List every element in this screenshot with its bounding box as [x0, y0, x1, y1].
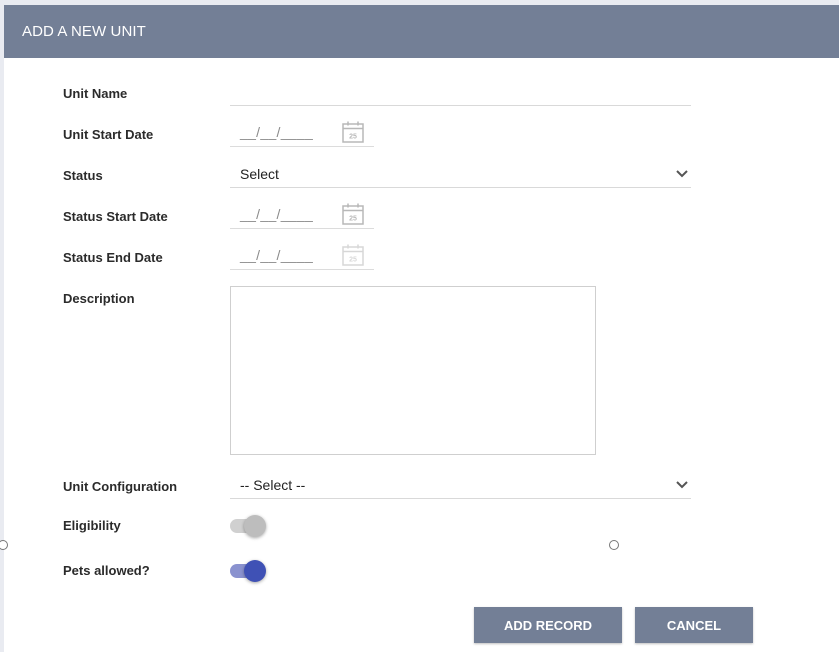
- cancel-button[interactable]: CANCEL: [635, 607, 753, 643]
- status-end-date-field[interactable]: __/__/____ 25: [230, 242, 374, 270]
- calendar-icon[interactable]: 25: [341, 120, 365, 144]
- pets-allowed-toggle[interactable]: [230, 559, 266, 583]
- unit-configuration-select[interactable]: -- Select --: [230, 474, 691, 499]
- unit-start-date-label: Unit Start Date: [63, 127, 154, 142]
- pets-allowed-label: Pets allowed?: [63, 563, 150, 578]
- chevron-down-icon[interactable]: [675, 480, 689, 490]
- calendar-icon[interactable]: 25: [341, 243, 365, 267]
- svg-text:25: 25: [349, 216, 357, 223]
- dialog-header: ADD A NEW UNIT: [4, 5, 839, 58]
- status-select-value: Select: [240, 166, 279, 182]
- status-end-date-mask: __/__/____: [240, 247, 314, 263]
- description-label: Description: [63, 291, 135, 306]
- unit-configuration-label: Unit Configuration: [63, 479, 178, 494]
- status-start-date-label: Status Start Date: [63, 209, 168, 224]
- add-unit-dialog: ADD A NEW UNIT Unit Name Unit Start Date…: [0, 5, 839, 652]
- unit-name-label: Unit Name: [63, 86, 128, 101]
- status-label: Status: [63, 168, 103, 183]
- description-textarea[interactable]: [230, 286, 596, 455]
- chevron-down-icon[interactable]: [675, 169, 689, 179]
- status-select[interactable]: Select: [230, 163, 691, 188]
- pets-allowed-toggle-knob[interactable]: [244, 560, 266, 582]
- dialog-title: ADD A NEW UNIT: [22, 23, 146, 40]
- radio-dot[interactable]: [609, 540, 619, 550]
- svg-text:25: 25: [349, 134, 357, 141]
- eligibility-label: Eligibility: [63, 518, 121, 533]
- status-end-date-label: Status End Date: [63, 250, 163, 265]
- svg-text:25: 25: [349, 257, 357, 264]
- unit-configuration-select-value: -- Select --: [240, 477, 306, 493]
- unit-start-date-field[interactable]: __/__/____ 25: [230, 119, 374, 147]
- radio-dot[interactable]: [0, 540, 8, 550]
- status-start-date-field[interactable]: __/__/____ 25: [230, 201, 374, 229]
- eligibility-toggle[interactable]: [230, 514, 266, 538]
- unit-start-date-mask: __/__/____: [240, 124, 314, 140]
- unit-name-input[interactable]: [230, 83, 691, 106]
- calendar-icon[interactable]: 25: [341, 202, 365, 226]
- status-start-date-mask: __/__/____: [240, 206, 314, 222]
- eligibility-toggle-knob[interactable]: [244, 515, 266, 537]
- add-record-button[interactable]: ADD RECORD: [474, 607, 622, 643]
